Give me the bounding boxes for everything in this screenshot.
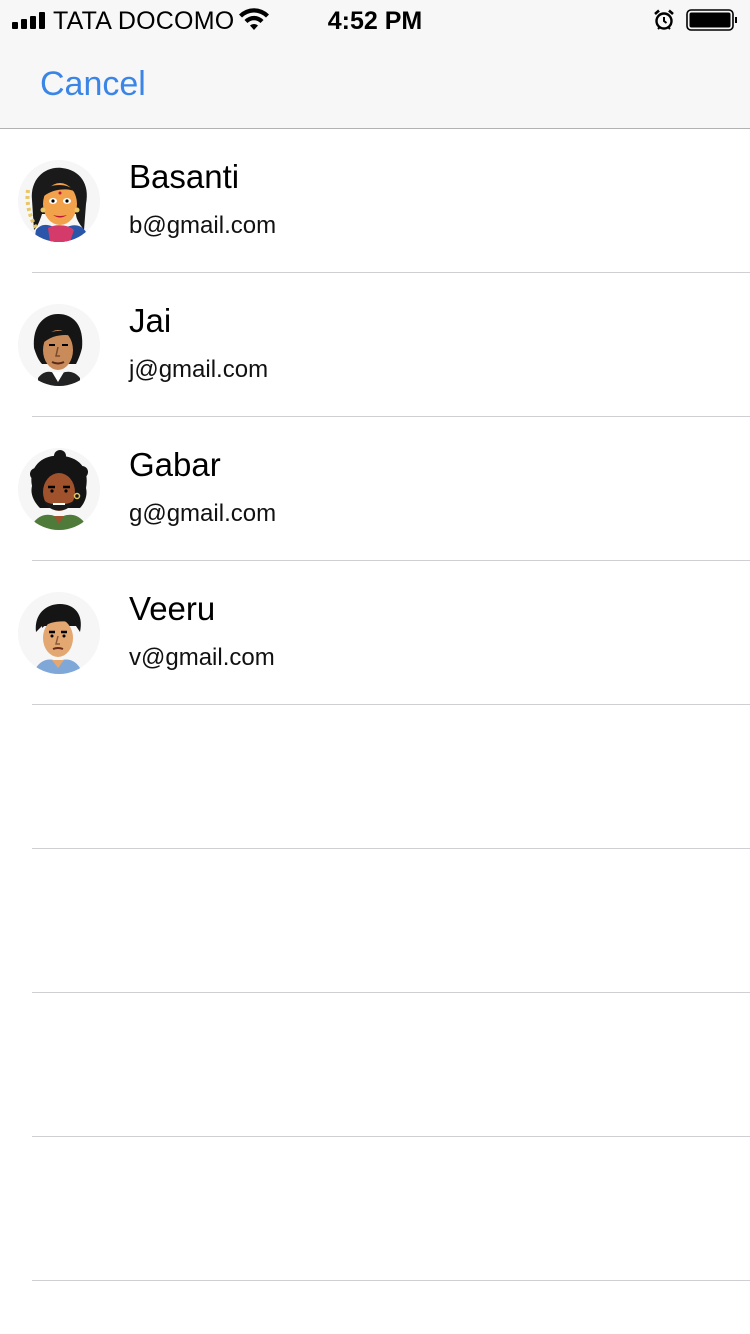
jai-avatar: [18, 304, 100, 386]
gabar-avatar: [18, 448, 100, 530]
contact-name: Jai: [129, 302, 172, 339]
contact-list[interactable]: Basanti b@gmail.com Jai j@gmail.com Gaba…: [0, 129, 750, 1281]
cancel-button[interactable]: Cancel: [40, 64, 146, 104]
contact-picker-screen: TATA DOCOMO 4:52 PM Cancel Basanti b@gma…: [0, 0, 750, 1334]
contact-email: v@gmail.com: [129, 644, 275, 671]
contact-email: b@gmail.com: [129, 212, 277, 239]
contact-row-veeru[interactable]: Veeru v@gmail.com: [18, 561, 750, 705]
battery-icon: [686, 9, 737, 31]
status-time: 4:52 PM: [327, 7, 423, 35]
contact-name: Veeru: [129, 590, 216, 627]
status-bar: TATA DOCOMO 4:52 PM: [0, 0, 750, 40]
contact-row-jai[interactable]: Jai j@gmail.com: [18, 273, 750, 417]
contact-email: g@gmail.com: [129, 500, 277, 527]
empty-row: [32, 849, 750, 993]
empty-row: [32, 993, 750, 1137]
empty-row: [32, 1137, 750, 1281]
contact-row-basanti[interactable]: Basanti b@gmail.com: [18, 129, 750, 273]
contact-email: j@gmail.com: [129, 356, 269, 383]
alarm-icon: [654, 9, 674, 30]
contact-name: Gabar: [129, 446, 221, 483]
empty-row: [32, 705, 750, 849]
basanti-avatar: [18, 160, 100, 242]
contact-name: Basanti: [129, 158, 240, 195]
veeru-avatar: [18, 592, 100, 674]
navigation-bar: Cancel: [0, 40, 750, 129]
contact-row-gabar[interactable]: Gabar g@gmail.com: [18, 417, 750, 561]
